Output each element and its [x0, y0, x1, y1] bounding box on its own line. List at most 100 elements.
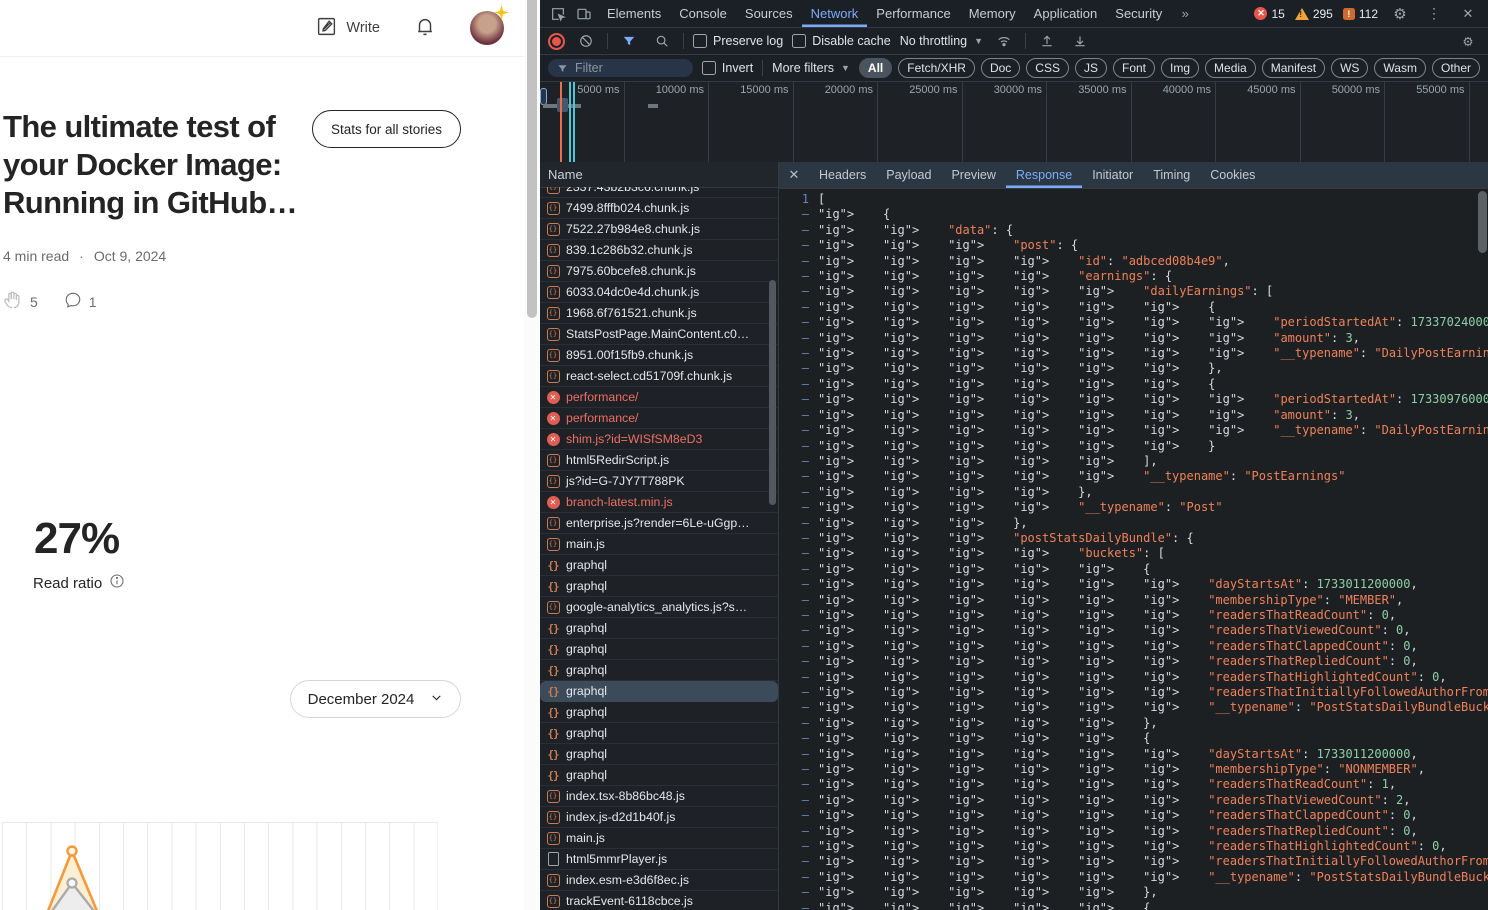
detail-tab-initiator[interactable]: Initiator: [1082, 162, 1143, 188]
filter-pill-wasm[interactable]: Wasm: [1374, 58, 1426, 78]
filter-pill-js[interactable]: JS: [1075, 58, 1107, 78]
request-row[interactable]: ✕shim.js?id=WISfSM8eD3: [540, 429, 778, 450]
network-overview-timeline[interactable]: 5000 ms10000 ms15000 ms20000 ms25000 ms3…: [540, 82, 1488, 163]
detail-tab-cookies[interactable]: Cookies: [1200, 162, 1265, 188]
detail-tab-response[interactable]: Response: [1006, 162, 1082, 188]
filter-pill-img[interactable]: Img: [1161, 58, 1199, 78]
name-column-header[interactable]: Name: [540, 162, 778, 188]
notifications-bell-icon[interactable]: [414, 15, 436, 42]
request-row[interactable]: {}index.esm-e3d6f8ec.js: [540, 870, 778, 891]
request-row[interactable]: {}index.tsx-8b86bc48.js: [540, 786, 778, 807]
request-row[interactable]: {}1968.6f761521.chunk.js: [540, 303, 778, 324]
inspect-element-icon[interactable]: [546, 3, 570, 25]
claps-stat[interactable]: 5: [3, 290, 38, 313]
kebab-menu-icon[interactable]: ⋮: [1422, 3, 1446, 25]
preserve-log-checkbox[interactable]: Preserve log: [693, 34, 783, 48]
request-row[interactable]: {}graphql: [540, 765, 778, 786]
devtools-tab-performance[interactable]: Performance: [867, 0, 959, 27]
filter-pill-css[interactable]: CSS: [1026, 58, 1069, 78]
filter-pill-other[interactable]: Other: [1432, 58, 1480, 78]
response-scrollbar-thumb[interactable]: [1478, 191, 1487, 253]
request-row[interactable]: {}graphql: [540, 681, 778, 702]
request-row[interactable]: {}7499.8fffb024.chunk.js: [540, 198, 778, 219]
request-row[interactable]: {}graphql: [540, 702, 778, 723]
devtools-tab-elements[interactable]: Elements: [598, 0, 670, 27]
request-row[interactable]: {}trackEvent-6118cbce.js: [540, 891, 778, 910]
request-row[interactable]: {}2337.43b2b3c6.chunk.js: [540, 187, 778, 198]
page-scrollbar-thumb[interactable]: [527, 0, 537, 318]
devtools-tab-memory[interactable]: Memory: [960, 0, 1025, 27]
filter-pill-fetch-xhr[interactable]: Fetch/XHR: [898, 58, 975, 78]
more-tabs-chevron-icon[interactable]: »: [1173, 3, 1197, 25]
filter-pill-media[interactable]: Media: [1205, 58, 1256, 78]
devtools-tab-application[interactable]: Application: [1025, 0, 1107, 27]
filter-pill-all[interactable]: All: [859, 58, 892, 78]
response-body-viewer[interactable]: 1[–"ig"> {–"ig"> "ig"> "data": {–"ig"> "…: [779, 188, 1488, 910]
request-row[interactable]: {}graphql: [540, 723, 778, 744]
detail-tab-preview[interactable]: Preview: [941, 162, 1005, 188]
request-row[interactable]: {}7522.27b984e8.chunk.js: [540, 219, 778, 240]
request-row[interactable]: {}js?id=G-7JY7T788PK: [540, 471, 778, 492]
more-filters-dropdown[interactable]: More filters ▼: [772, 61, 850, 75]
request-row[interactable]: ✕branch-latest.min.js: [540, 492, 778, 513]
request-list-scrollbar-thumb[interactable]: [769, 280, 776, 505]
user-avatar[interactable]: [470, 11, 504, 45]
request-row[interactable]: {}7975.60bcefe8.chunk.js: [540, 261, 778, 282]
request-row[interactable]: {}6033.04dc0e4d.chunk.js: [540, 282, 778, 303]
responses-stat[interactable]: 1: [64, 291, 97, 312]
request-row[interactable]: {}enterprise.js?render=6Le-uGgp…: [540, 513, 778, 534]
request-row[interactable]: ✕performance/: [540, 408, 778, 429]
request-row[interactable]: html5mmrPlayer.js: [540, 849, 778, 870]
stats-for-all-stories-button[interactable]: Stats for all stories: [312, 110, 461, 148]
request-row[interactable]: {}google-analytics_analytics.js?s…: [540, 597, 778, 618]
network-conditions-icon[interactable]: [992, 30, 1016, 52]
search-icon[interactable]: [650, 30, 674, 52]
detail-tab-headers[interactable]: Headers: [809, 162, 876, 188]
disable-cache-checkbox[interactable]: Disable cache: [792, 34, 891, 48]
request-row[interactable]: {}graphql: [540, 618, 778, 639]
request-row[interactable]: {}8951.00f15fb9.chunk.js: [540, 345, 778, 366]
request-row[interactable]: {}index.js-d2d1b40f.js: [540, 807, 778, 828]
device-toolbar-icon[interactable]: [572, 3, 596, 25]
clear-network-log-icon[interactable]: [574, 30, 598, 52]
record-network-log-button[interactable]: [548, 33, 565, 50]
request-row[interactable]: {}graphql: [540, 639, 778, 660]
write-button[interactable]: Write: [316, 16, 380, 41]
filter-pill-ws[interactable]: WS: [1331, 58, 1368, 78]
month-selector-dropdown[interactable]: December 2024: [290, 680, 461, 718]
request-row[interactable]: {}react-select.cd51709f.chunk.js: [540, 366, 778, 387]
detail-tab-payload[interactable]: Payload: [876, 162, 941, 188]
filter-pill-font[interactable]: Font: [1113, 58, 1155, 78]
throttling-dropdown[interactable]: No throttling ▼: [900, 34, 983, 48]
request-row[interactable]: {}main.js: [540, 828, 778, 849]
filter-input[interactable]: Filter: [548, 59, 693, 77]
info-icon[interactable]: [109, 573, 125, 593]
overview-window-handle[interactable]: [540, 88, 547, 105]
daily-stats-chart[interactable]: [2, 822, 438, 910]
request-row[interactable]: {}graphql: [540, 576, 778, 597]
request-row[interactable]: {}graphql: [540, 555, 778, 576]
warning-count-badge[interactable]: 295: [1295, 7, 1333, 21]
import-har-icon[interactable]: [1035, 30, 1059, 52]
devtools-tab-console[interactable]: Console: [670, 0, 736, 27]
network-settings-gear-icon[interactable]: ⚙: [1456, 30, 1480, 52]
request-row[interactable]: ✕performance/: [540, 387, 778, 408]
filter-funnel-icon[interactable]: [617, 30, 641, 52]
request-row[interactable]: {}839.1c286b32.chunk.js: [540, 240, 778, 261]
filter-pill-doc[interactable]: Doc: [981, 58, 1020, 78]
error-count-badge[interactable]: ✕ 15: [1254, 7, 1284, 21]
request-row[interactable]: {}StatsPostPage.MainContent.c0…: [540, 324, 778, 345]
close-detail-icon[interactable]: ✕: [783, 164, 805, 186]
issues-count-badge[interactable]: ! 112: [1343, 7, 1378, 21]
devtools-tab-security[interactable]: Security: [1106, 0, 1171, 27]
request-row[interactable]: {}graphql: [540, 744, 778, 765]
devtools-tab-sources[interactable]: Sources: [736, 0, 802, 27]
detail-tab-timing[interactable]: Timing: [1143, 162, 1200, 188]
export-har-icon[interactable]: [1068, 30, 1092, 52]
request-row[interactable]: {}graphql: [540, 660, 778, 681]
close-devtools-icon[interactable]: ✕: [1456, 3, 1480, 25]
invert-checkbox[interactable]: Invert: [702, 61, 753, 75]
request-row[interactable]: {}main.js: [540, 534, 778, 555]
devtools-tab-network[interactable]: Network: [802, 0, 868, 27]
settings-gear-icon[interactable]: ⚙: [1388, 3, 1412, 25]
